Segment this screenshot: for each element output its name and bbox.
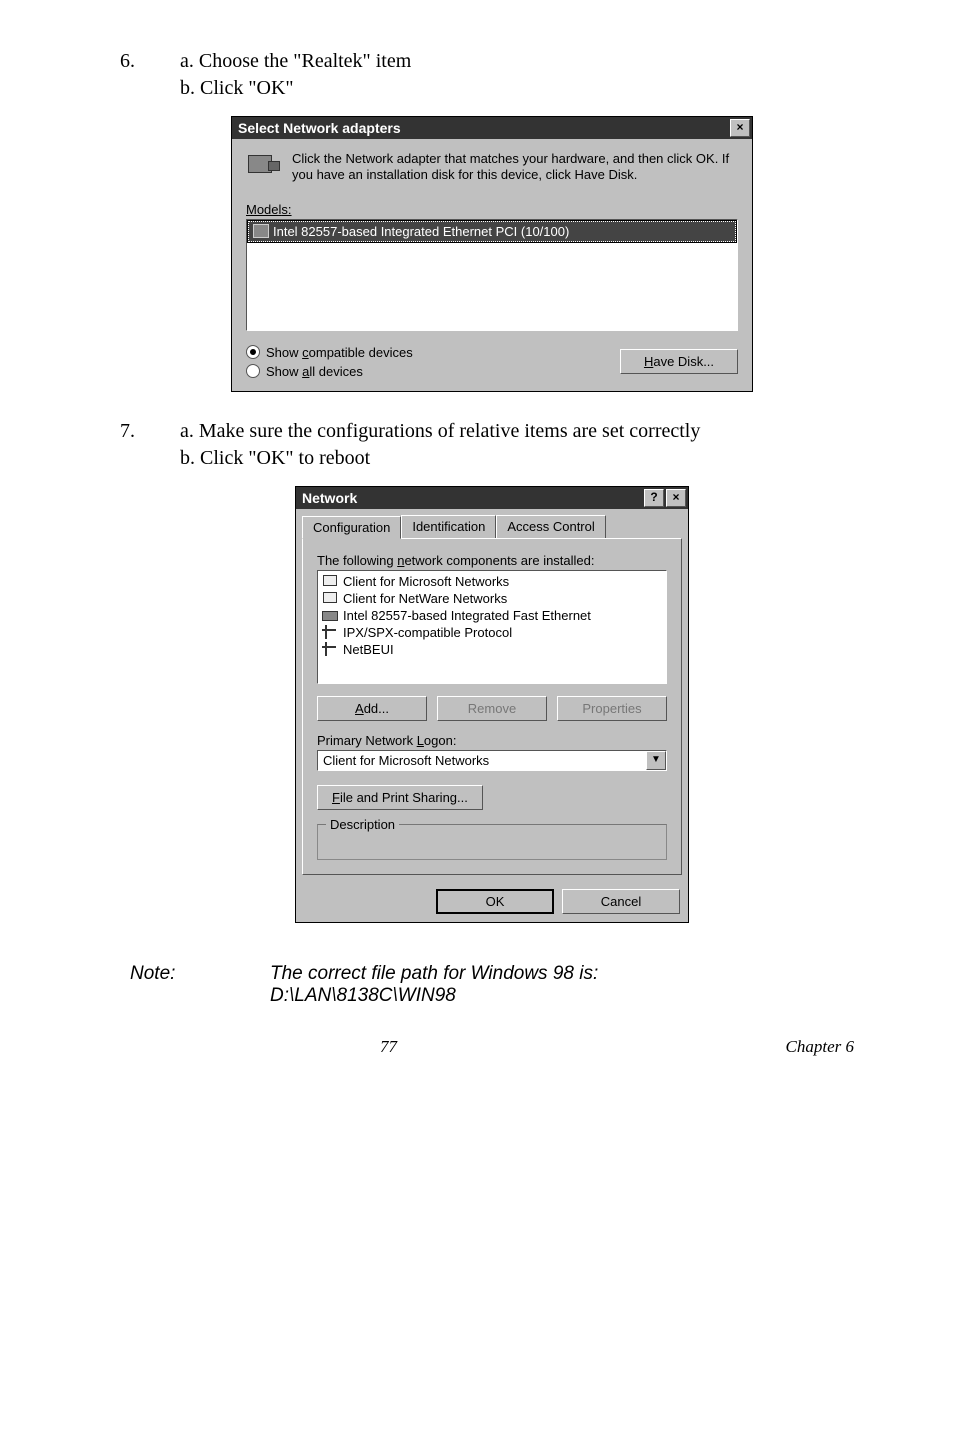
step6-b: b. Click "OK" (180, 77, 864, 100)
description-label: Description (326, 817, 399, 832)
logon-label: Primary Network Logon: (317, 733, 667, 748)
tab-configuration[interactable]: Configuration (302, 516, 401, 539)
step7-line: 7. a. Make sure the configurations of re… (120, 420, 864, 443)
list-item[interactable]: IPX/SPX-compatible Protocol (320, 624, 664, 641)
note-label: Note: (130, 963, 270, 1007)
logon-dropdown[interactable]: Client for Microsoft Networks ▼ (317, 750, 667, 771)
logon-value: Client for Microsoft Networks (318, 751, 646, 770)
client-icon (322, 574, 338, 588)
file-print-sharing-button[interactable]: File and Print Sharing... (317, 785, 483, 810)
card-icon (253, 224, 269, 238)
installed-label: The following network components are ins… (317, 553, 667, 568)
description-group: Description (317, 824, 667, 860)
network-dialog: Network ? × Configuration Identification… (295, 486, 689, 923)
have-disk-button[interactable]: Have Disk... (620, 349, 738, 374)
remove-button: Remove (437, 696, 547, 721)
radio-all[interactable]: Show all devices (246, 364, 413, 379)
dialog1-title: Select Network adapters (238, 120, 728, 136)
components-listbox[interactable]: Client for Microsoft Networks Client for… (317, 570, 667, 684)
models-listbox[interactable]: Intel 82557-based Integrated Ethernet PC… (246, 219, 738, 331)
models-label: Models: (246, 202, 738, 217)
tab-identification[interactable]: Identification (401, 515, 496, 538)
model-item-label: Intel 82557-based Integrated Ethernet PC… (273, 224, 569, 239)
protocol-icon (322, 625, 338, 639)
step7-a: a. Make sure the configurations of relat… (180, 420, 864, 443)
page-number: 77 (380, 1037, 397, 1057)
dialog1-info-text: Click the Network adapter that matches y… (292, 151, 738, 184)
client-icon (322, 591, 338, 605)
dialog1-titlebar: Select Network adapters × (232, 117, 752, 139)
adapter-icon (322, 608, 338, 622)
tabs-row: Configuration Identification Access Cont… (296, 509, 688, 538)
step7-num: 7. (120, 420, 180, 443)
properties-button: Properties (557, 696, 667, 721)
dialog2-title: Network (302, 490, 642, 506)
close-icon[interactable]: × (730, 119, 750, 137)
list-item[interactable]: Client for NetWare Networks (320, 590, 664, 607)
close-icon[interactable]: × (666, 489, 686, 507)
ok-button[interactable]: OK (436, 889, 554, 914)
list-item[interactable]: NetBEUI (320, 641, 664, 658)
chevron-down-icon[interactable]: ▼ (646, 751, 666, 770)
list-item[interactable]: Intel 82557-based Integrated Fast Ethern… (320, 607, 664, 624)
radio-unchecked-icon (246, 364, 260, 378)
radio-checked-icon (246, 345, 260, 359)
model-item-selected[interactable]: Intel 82557-based Integrated Ethernet PC… (248, 221, 736, 242)
radio-compatible[interactable]: Show compatible devices (246, 345, 413, 360)
page-footer: 77 Chapter 6 (120, 1037, 864, 1057)
help-icon[interactable]: ? (644, 489, 664, 507)
step6-num: 6. (120, 50, 180, 73)
step6-line: 6. a. Choose the "Realtek" item (120, 50, 864, 73)
select-network-adapters-dialog: Select Network adapters × Click the Netw… (231, 116, 753, 392)
protocol-icon (322, 642, 338, 656)
step7-b: b. Click "OK" to reboot (180, 447, 864, 470)
add-button[interactable]: Add... (317, 696, 427, 721)
step6-a: a. Choose the "Realtek" item (180, 50, 864, 73)
chapter-label: Chapter 6 (786, 1037, 854, 1057)
cancel-button[interactable]: Cancel (562, 889, 680, 914)
note-line1: The correct file path for Windows 98 is: (270, 963, 864, 985)
dialog2-titlebar: Network ? × (296, 487, 688, 509)
tab-access-control[interactable]: Access Control (496, 515, 605, 538)
note-line2: D:\LAN\8138C\WIN98 (270, 985, 864, 1007)
network-adapter-icon (246, 151, 280, 181)
note-block: Note: The correct file path for Windows … (130, 963, 864, 1007)
list-item[interactable]: Client for Microsoft Networks (320, 573, 664, 590)
